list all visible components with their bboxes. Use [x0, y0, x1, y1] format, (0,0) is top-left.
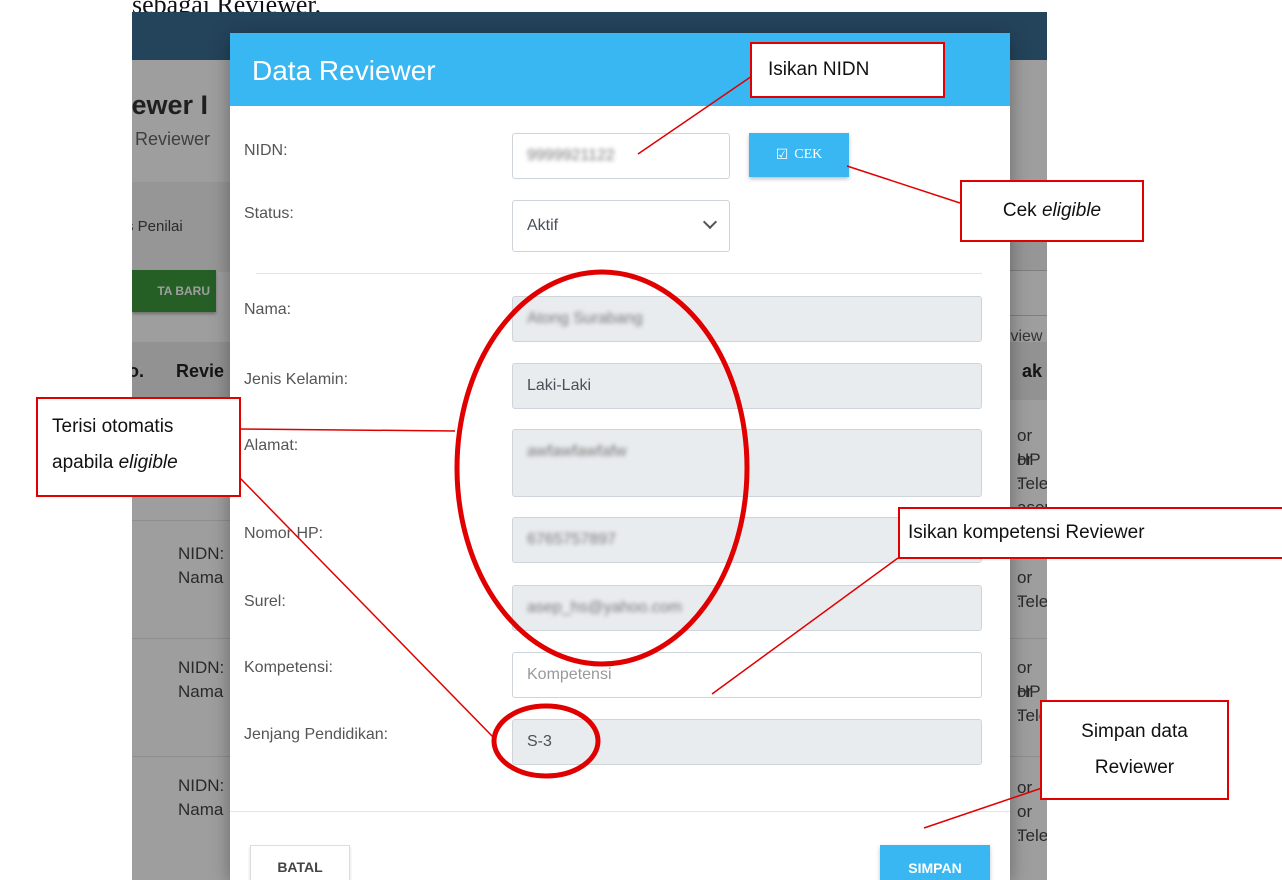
jenis-kelamin-value: Laki-Laki	[527, 377, 592, 394]
form-divider	[256, 273, 982, 274]
nidn-input[interactable]: 9999921122	[512, 133, 730, 179]
surel-field[interactable]: asep_hs@yahoo.com	[512, 585, 982, 631]
data-reviewer-modal: Data Reviewer NIDN: 9999921122 ☑ CEK Sta…	[230, 33, 1010, 880]
surel-label: Surel:	[244, 593, 286, 610]
callout-terisi-otomatis: Terisi otomatis apabila eligible	[36, 397, 241, 497]
alamat-field[interactable]: awfawfawfafw	[512, 429, 982, 497]
jenjang-value: S-3	[527, 733, 552, 750]
chevron-down-icon	[702, 214, 718, 230]
check-square-icon: ☑	[775, 147, 789, 163]
callout-isikan-nidn: Isikan NIDN	[750, 42, 945, 98]
nama-label: Nama:	[244, 301, 292, 318]
modal-title: Data Reviewer	[252, 55, 436, 86]
jenjang-label: Jenjang Pendidikan:	[244, 726, 389, 743]
nidn-value: 9999921122	[527, 147, 615, 164]
kompetensi-placeholder: Kompetensi	[527, 666, 612, 683]
nidn-label: NIDN:	[244, 142, 288, 159]
batal-button[interactable]: BATAL	[250, 845, 350, 880]
kompetensi-label: Kompetensi:	[244, 659, 333, 676]
status-label: Status:	[244, 205, 294, 222]
jenis-kelamin-label: Jenis Kelamin:	[244, 371, 349, 388]
nama-value: Atong Surabang	[527, 310, 643, 327]
status-value: Aktif	[527, 217, 559, 234]
cek-button[interactable]: ☑ CEK	[749, 133, 849, 177]
nomor-hp-label: Nomor HP:	[244, 525, 324, 542]
surel-value: asep_hs@yahoo.com	[527, 599, 682, 616]
simpan-button[interactable]: SIMPAN	[880, 845, 990, 880]
alamat-value: awfawfawfafw	[527, 443, 627, 460]
status-select[interactable]: Aktif	[512, 200, 730, 252]
nama-field[interactable]: Atong Surabang	[512, 296, 982, 342]
screenshot: iewer I r Reviewer s Penilai TA BARU a R…	[132, 12, 1047, 880]
jenjang-field[interactable]: S-3	[512, 719, 982, 765]
callout-cek-eligible: Cek eligible	[960, 180, 1144, 242]
callout-kompetensi: Isikan kompetensi Reviewer	[898, 507, 1282, 559]
cek-label: CEK	[794, 147, 823, 162]
nomor-hp-value: 6765757897	[527, 531, 616, 548]
callout-simpan: Simpan data Reviewer	[1040, 700, 1229, 800]
kompetensi-input[interactable]: Kompetensi	[512, 652, 982, 698]
alamat-label: Alamat:	[244, 437, 299, 454]
jenis-kelamin-field[interactable]: Laki-Laki	[512, 363, 982, 409]
